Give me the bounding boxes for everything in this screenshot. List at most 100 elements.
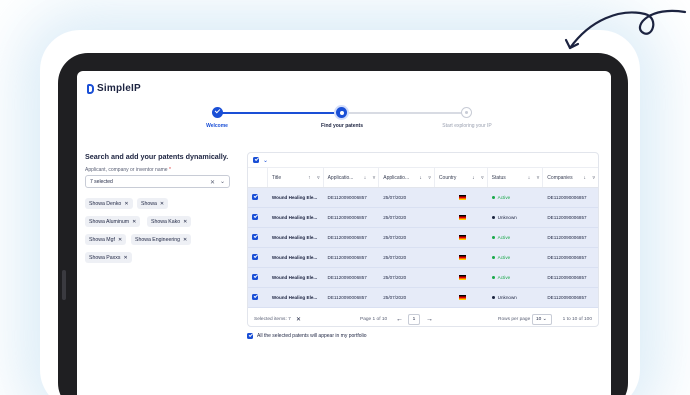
search-field-label: Applicant, company or inventor name *	[85, 167, 171, 173]
sort-down-icon[interactable]: ↓	[419, 175, 422, 181]
column-country[interactable]: Country ↓ ▿	[435, 168, 488, 187]
chip-showa-denko: Showa Denko ✕	[85, 198, 133, 209]
sort-down-icon[interactable]: ↓	[528, 175, 531, 181]
cell-status: Unknown	[488, 295, 544, 300]
page-input[interactable]: 1	[408, 313, 420, 325]
filter-icon[interactable]: ▿	[317, 175, 320, 181]
sort-up-icon[interactable]: ↑	[308, 175, 311, 181]
status-text: Unknown	[497, 295, 517, 300]
cell-country	[435, 214, 488, 221]
filter-icon[interactable]: ▿	[592, 175, 595, 181]
chip-label: Showa Denko	[89, 200, 122, 207]
status-text: Active	[497, 255, 511, 260]
sort-down-icon[interactable]: ↓	[583, 175, 586, 181]
select-all-checkbox[interactable]	[253, 157, 259, 163]
filter-icon[interactable]: ▿	[373, 175, 376, 181]
cell-title: Wound Healing Ele...	[271, 295, 318, 300]
status-badge: Active	[491, 235, 510, 240]
table-row[interactable]: Wound Healing Ele... DE1120090006857 25/07…	[248, 188, 598, 208]
row-checkbox[interactable]	[252, 194, 258, 200]
clear-selection-icon[interactable]: ✕	[296, 316, 301, 323]
remove-chip-icon[interactable]: ✕	[183, 219, 187, 225]
remove-chip-icon[interactable]: ✕	[132, 219, 136, 225]
row-checkbox[interactable]	[252, 274, 258, 280]
table-row[interactable]: Wound Healing Ele... DE1120090006857 25/07…	[248, 248, 598, 268]
column-application-number[interactable]: Applicatio... ↓ ▿	[324, 168, 380, 187]
chip-label: Showa Engineering	[135, 236, 180, 243]
status-dot-icon	[491, 276, 495, 279]
row-checkbox[interactable]	[252, 234, 258, 240]
cell-application-date: 25/07/2020	[383, 215, 407, 220]
column-companies[interactable]: Companies ↓ ▿	[543, 168, 598, 187]
row-checkbox-cell	[248, 234, 268, 241]
cell-companies: DE1120090006857	[547, 255, 587, 260]
chip-label: Showa Aluminum	[89, 218, 130, 225]
next-page-icon[interactable]: →	[426, 316, 433, 323]
table-body: Wound Healing Ele... DE1120090006857 25/07…	[248, 188, 598, 308]
rows-per-page-select[interactable]: 10 ⌄	[532, 313, 552, 325]
cell-title: Wound Healing Ele...	[271, 195, 318, 200]
cell-country	[435, 194, 488, 201]
germany-flag-icon	[458, 234, 466, 240]
cell-application-date: 25/07/2020	[383, 255, 407, 260]
cell-companies: DE1120090006857	[547, 215, 587, 220]
cell-application-number: DE1120090006857	[327, 295, 367, 300]
chip-showa-mgf: Showa Mgf ✕	[85, 234, 127, 245]
remove-chip-icon[interactable]: ✕	[123, 255, 127, 261]
row-checkbox[interactable]	[252, 214, 258, 220]
remove-chip-icon[interactable]: ✕	[160, 201, 164, 207]
portfolio-note: All the selected patents will appear in …	[247, 333, 367, 339]
rows-per-page-value: 10	[536, 316, 542, 322]
table-footer: Selected items: 7 ✕ Page 1 of 10 ← 1 → R…	[248, 308, 598, 326]
chevron-down-icon[interactable]: ⌄	[220, 178, 225, 185]
sort-down-icon[interactable]: ↓	[364, 175, 367, 181]
cell-companies: DE1120090006857	[547, 295, 587, 300]
status-text: Unknown	[497, 215, 517, 220]
cell-country	[435, 254, 488, 261]
filter-icon[interactable]: ▿	[428, 175, 431, 181]
table-row[interactable]: Wound Healing Ele... DE1120090006857 25/07…	[248, 208, 598, 228]
column-application-date[interactable]: Applicatio... ↓ ▿	[379, 168, 435, 187]
status-badge: Active	[491, 195, 510, 200]
filter-icon[interactable]: ▿	[537, 175, 540, 181]
remove-chip-icon[interactable]: ✕	[183, 237, 187, 243]
clear-icon[interactable]: ✕	[210, 179, 215, 186]
filter-icon[interactable]: ▿	[481, 175, 484, 181]
step-explore-indicator	[461, 107, 472, 118]
cell-status: Active	[488, 255, 544, 260]
app-screen: SimpleIP Welcome Find your patents Start…	[77, 71, 611, 395]
table-row[interactable]: Wound Healing Ele... DE1120090006857 25/07…	[248, 288, 598, 308]
chip-showa-kako: Showa Kako ✕	[147, 216, 192, 227]
germany-flag-icon	[458, 214, 466, 220]
table-toolbar: ⌄	[248, 153, 598, 168]
range-label: 1 to 10 of 100	[562, 316, 592, 322]
row-checkbox[interactable]	[252, 294, 258, 300]
cell-title: Wound Healing Ele...	[271, 235, 318, 240]
cell-status: Active	[488, 235, 544, 240]
cell-status: Active	[488, 195, 544, 200]
row-checkbox[interactable]	[252, 254, 258, 260]
stepper-line-complete	[217, 112, 342, 114]
patents-table: ⌄ Title ↑ ▿ Applicatio... ↓ ▿ Applicatio... ↓…	[247, 152, 599, 327]
table-row[interactable]: Wound Healing Ele... DE1120090006857 25/07…	[248, 228, 598, 248]
remove-chip-icon[interactable]: ✕	[118, 237, 122, 243]
row-checkbox-cell	[248, 254, 268, 261]
column-status[interactable]: Status ↓ ▿	[488, 168, 544, 187]
sort-down-icon[interactable]: ↓	[472, 175, 475, 181]
cell-application-date: 25/07/2020	[383, 295, 407, 300]
portfolio-checkbox[interactable]	[247, 333, 253, 339]
applicant-select[interactable]: 7 selected ✕ ⌄	[85, 175, 230, 188]
chip-showa-engineering: Showa Engineering ✕	[131, 234, 192, 245]
cell-application-number: DE1120090006857	[327, 195, 367, 200]
table-row[interactable]: Wound Healing Ele... DE1120090006857 25/07…	[248, 268, 598, 288]
cell-application-number: DE1120090006857	[327, 235, 367, 240]
column-label: Applicatio...	[327, 174, 354, 181]
chevron-down-icon[interactable]: ⌄	[263, 157, 268, 164]
prev-page-icon[interactable]: ←	[396, 316, 403, 323]
cell-status: Active	[488, 275, 544, 280]
chip-label: Showa Kako	[151, 218, 181, 225]
column-title[interactable]: Title ↑ ▿	[268, 168, 324, 187]
status-dot-icon	[491, 196, 495, 199]
page-of-label: Page 1 of 10	[360, 316, 388, 322]
remove-chip-icon[interactable]: ✕	[124, 201, 128, 207]
